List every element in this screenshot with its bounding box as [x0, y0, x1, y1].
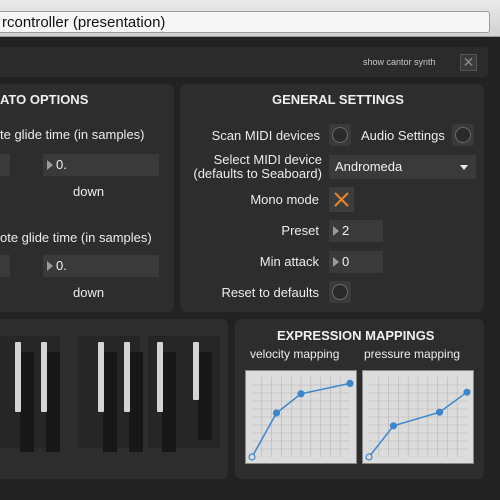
- select-midi-label-line1: Select MIDI device: [213, 152, 322, 167]
- mono-mode-toggle[interactable]: [329, 187, 354, 212]
- mono-mode-label: Mono mode: [250, 192, 319, 207]
- window-title: rcontroller (presentation): [2, 14, 166, 31]
- audio-settings-button[interactable]: [455, 127, 471, 143]
- piano-key[interactable]: [124, 342, 130, 412]
- key-shadow: [103, 352, 117, 452]
- window-titlebar: rcontroller (presentation): [0, 0, 500, 37]
- pressure-curve: [365, 377, 471, 461]
- mapping-point: [435, 408, 444, 416]
- glide2-number[interactable]: 0.: [43, 255, 159, 277]
- pressure-mapping-graph[interactable]: [362, 370, 474, 464]
- mapping-point: [346, 379, 354, 387]
- legato-options-title: ATO OPTIONS: [0, 92, 89, 107]
- piano-key[interactable]: [15, 342, 21, 412]
- show-cantor-synth-toggle[interactable]: ✕: [460, 54, 477, 71]
- reset-defaults-label: Reset to defaults: [221, 285, 319, 300]
- mapping-point: [463, 388, 471, 396]
- scan-midi-button[interactable]: [332, 127, 348, 143]
- pressure-mapping-label: pressure mapping: [364, 347, 461, 361]
- general-settings-title: GENERAL SETTINGS: [272, 92, 404, 107]
- expression-mappings-title: EXPRESSION MAPPINGS: [277, 328, 435, 343]
- triangle-icon: [333, 226, 339, 236]
- piano-key[interactable]: [98, 342, 104, 412]
- glide1-label: te glide time (in samples): [0, 127, 145, 142]
- velocity-mapping-label: velocity mapping: [250, 347, 340, 361]
- key-shadow: [162, 352, 176, 452]
- glide2-left-number[interactable]: [0, 255, 10, 277]
- triangle-icon: [47, 160, 53, 170]
- glide2-value: 0.: [56, 258, 67, 273]
- key-shadow: [20, 352, 34, 452]
- glide2-direction: down: [73, 285, 105, 300]
- piano-key[interactable]: [41, 342, 47, 412]
- key-shadow: [46, 352, 60, 452]
- preset-label: Preset: [281, 223, 319, 238]
- preset-number[interactable]: 2: [329, 220, 383, 242]
- min-attack-label: Min attack: [259, 254, 319, 269]
- min-attack-value: 0: [342, 254, 350, 269]
- reset-defaults-button[interactable]: [332, 284, 348, 300]
- mapping-point: [389, 422, 398, 430]
- select-midi-label-line2: (defaults to Seaboard): [193, 166, 322, 181]
- glide1-left-number[interactable]: [0, 154, 10, 176]
- key-shadow: [198, 352, 212, 440]
- mapping-point: [248, 453, 256, 461]
- audio-settings-label: Audio Settings: [361, 128, 445, 143]
- chevron-down-icon: [460, 165, 468, 170]
- glide2-label: ote glide time (in samples): [0, 230, 152, 245]
- preset-value: 2: [342, 223, 350, 238]
- glide1-value: 0.: [56, 157, 67, 172]
- x-check-icon: [334, 192, 349, 207]
- min-attack-number[interactable]: 0: [329, 251, 383, 273]
- mapping-point: [365, 453, 373, 461]
- glide1-number[interactable]: 0.: [43, 154, 159, 176]
- mapping-point: [297, 390, 305, 398]
- triangle-icon: [47, 261, 53, 271]
- piano-key[interactable]: [157, 342, 163, 412]
- key-shadow: [129, 352, 143, 452]
- triangle-icon: [333, 257, 339, 267]
- midi-device-value: Andromeda: [335, 159, 403, 174]
- piano-key[interactable]: [193, 342, 199, 400]
- velocity-mapping-graph[interactable]: [245, 370, 357, 464]
- mapping-point: [272, 409, 281, 417]
- glide1-direction: down: [73, 184, 105, 199]
- scan-midi-label: Scan MIDI devices: [211, 128, 320, 143]
- midi-device-dropdown[interactable]: Andromeda: [329, 155, 476, 179]
- show-cantor-synth-label: show cantor synth: [363, 57, 436, 67]
- velocity-curve: [248, 377, 354, 461]
